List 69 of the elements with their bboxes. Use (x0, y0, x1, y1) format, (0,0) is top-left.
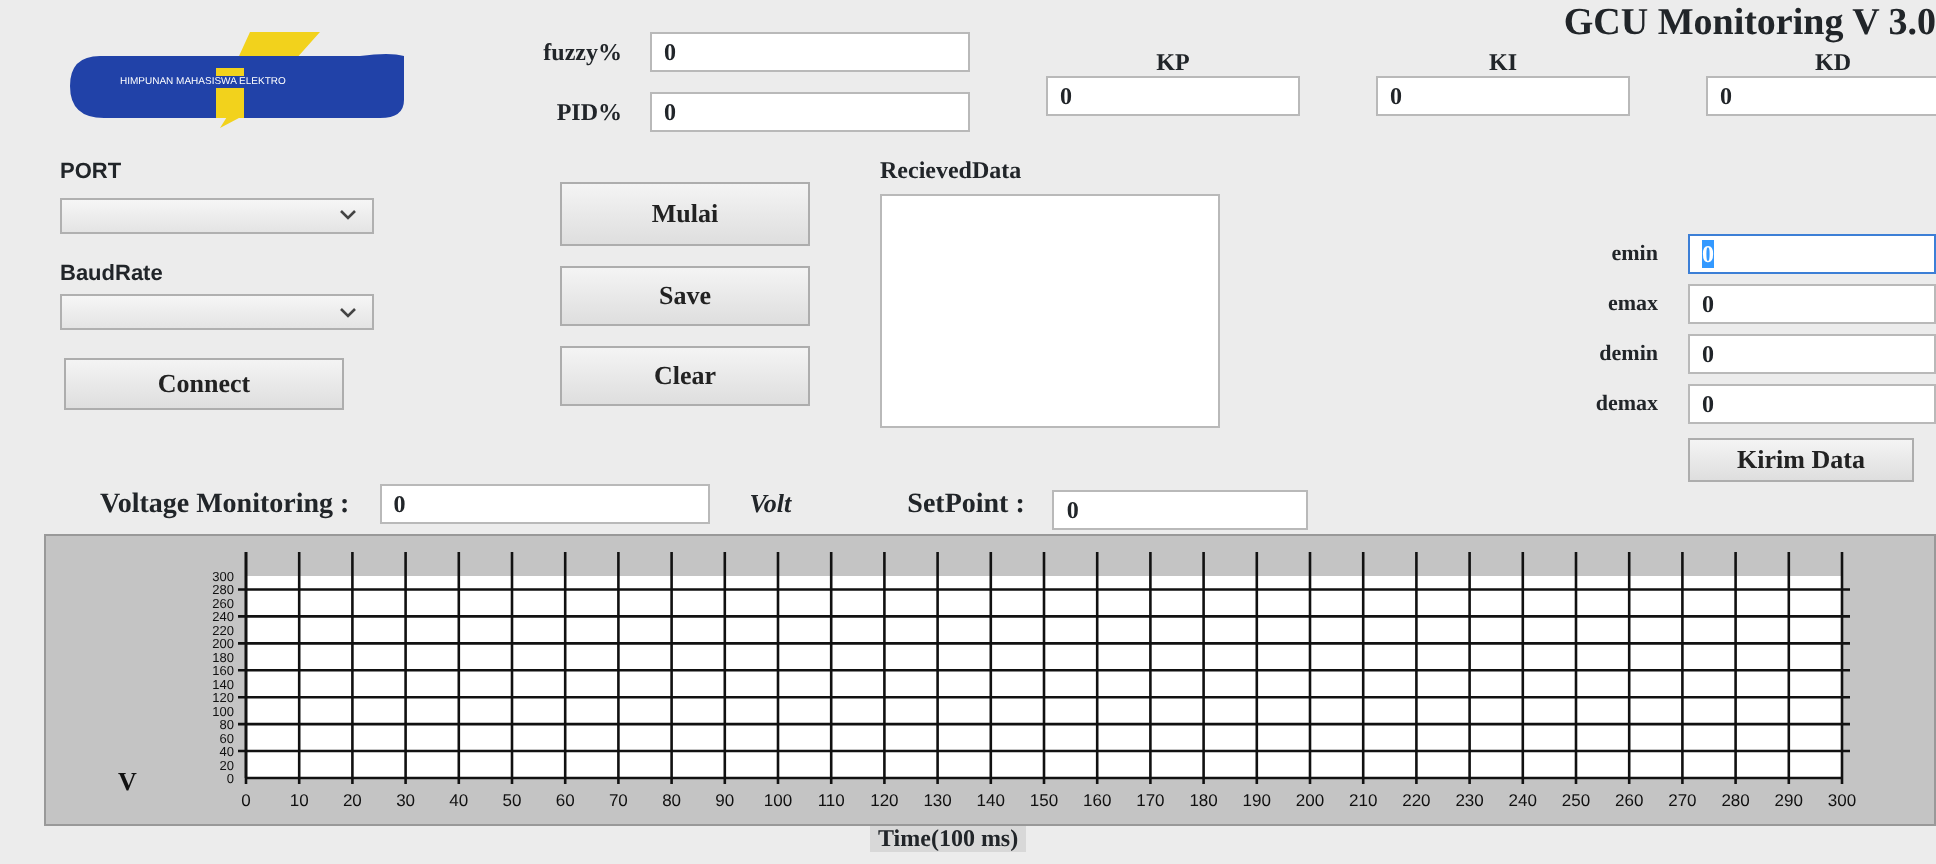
field-label: demax (1593, 389, 1658, 420)
field-label: KI (1488, 48, 1517, 76)
tick-label: 70 (608, 790, 628, 810)
input-field[interactable]: 0 (650, 32, 970, 72)
field-label: PID% (554, 96, 622, 130)
tick-label: 300 (1827, 790, 1857, 810)
tick-label: 170 (1136, 790, 1165, 810)
tick-label: 40 (449, 790, 469, 810)
tick-label: 60 (555, 790, 575, 810)
field-label: PORT (60, 158, 124, 188)
tick-label: 230 (1455, 790, 1484, 810)
input-field[interactable]: 0 (379, 484, 710, 524)
input-field[interactable]: 0 (650, 92, 970, 132)
tick-label: 210 (1349, 790, 1378, 810)
input-field[interactable]: 0 (1688, 384, 1936, 424)
tick-label: 110 (817, 790, 845, 810)
field-label: emax (1605, 289, 1658, 320)
dropdown[interactable] (60, 294, 374, 330)
field-label: SetPoint : (907, 487, 1025, 523)
dropdown[interactable] (60, 197, 374, 233)
input-field[interactable]: 0 (1376, 76, 1630, 116)
tick-label: 220 (1402, 790, 1431, 810)
tick-label: 180 (1189, 790, 1218, 810)
field-label: fuzzy% (542, 36, 622, 70)
input-field[interactable]: 0 (1688, 334, 1936, 374)
tick-label: 260 (1615, 790, 1644, 810)
tick-label: 90 (715, 790, 735, 810)
action-button[interactable]: Clear (560, 346, 810, 406)
text-area[interactable] (880, 194, 1220, 428)
app-title: GCU Monitoring V 3.0 (1563, 0, 1936, 48)
tick-label: 130 (923, 790, 952, 810)
field-label: demin (1597, 339, 1658, 370)
tick-label: 10 (289, 790, 309, 810)
input-field[interactable]: 0 (1046, 76, 1300, 116)
action-button[interactable]: Save (560, 266, 810, 326)
field-label: RecievedData (880, 156, 1024, 184)
tick-label: 120 (870, 790, 899, 810)
action-button[interactable]: Mulai (560, 182, 810, 246)
tick-label: 80 (662, 790, 682, 810)
tick-label: 50 (502, 790, 522, 810)
tick-label: 160 (1083, 790, 1112, 810)
tick-label: 30 (396, 790, 416, 810)
caret-icon (340, 307, 356, 317)
send-button[interactable]: Kirim Data (1688, 438, 1914, 481)
tick-label: 290 (1774, 790, 1803, 810)
tick-label: 280 (1721, 790, 1750, 810)
tick-label: 270 (1668, 790, 1697, 810)
tick-label: 250 (1561, 790, 1591, 810)
tick-label: 240 (1508, 790, 1537, 810)
axis-title: V (118, 766, 137, 796)
tick-label: 200 (1295, 790, 1325, 810)
caret-icon (340, 210, 356, 220)
field-label: Voltage Monitoring : (100, 487, 350, 523)
field-label: emin (1609, 239, 1658, 270)
field-label: KD (1815, 48, 1851, 76)
field-label: BaudRate (60, 259, 165, 289)
tick-label: 100 (763, 790, 793, 810)
axis-title: Time(100 ms) (870, 826, 1027, 852)
unit-label: Volt (749, 486, 792, 523)
input-field[interactable]: 0 (1688, 284, 1936, 324)
connect-button[interactable]: Connect (64, 358, 344, 410)
tick-label: 190 (1242, 790, 1271, 810)
tick-label: 0 (241, 790, 251, 810)
tick-label: 140 (976, 790, 1005, 810)
tick-label: 150 (1029, 790, 1059, 810)
field-label: KP (1156, 48, 1190, 76)
tick-label: 20 (342, 790, 362, 810)
input-field[interactable]: 0 (1706, 76, 1936, 116)
input-field[interactable]: 0 (1052, 490, 1309, 530)
